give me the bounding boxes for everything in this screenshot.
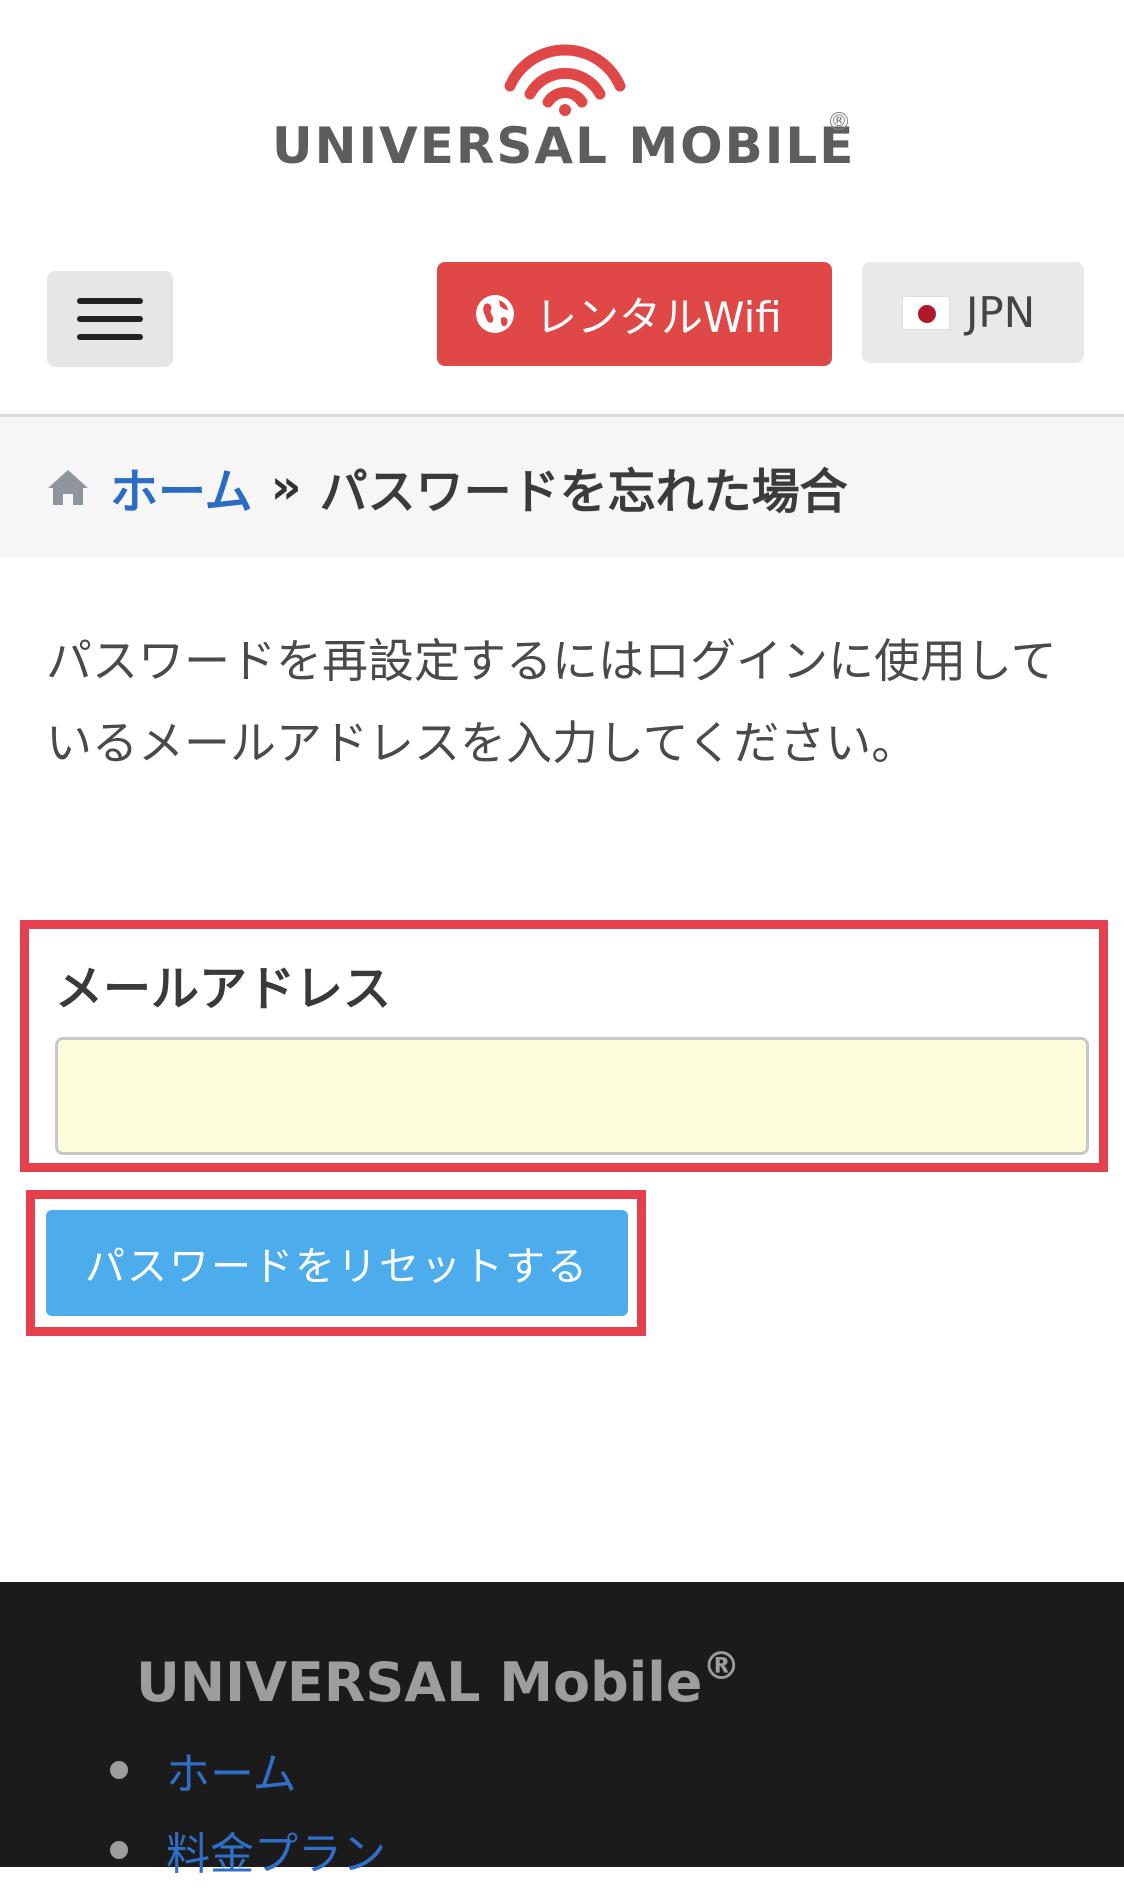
- logo-wordmark[interactable]: UNIVERSAL MOBILE: [272, 114, 862, 178]
- breadcrumb-home-link[interactable]: ホーム: [110, 452, 253, 522]
- hamburger-icon-bar: [77, 316, 143, 322]
- email-field[interactable]: [55, 1037, 1089, 1155]
- list-item: ホーム: [110, 1730, 386, 1810]
- hamburger-icon: [77, 298, 143, 304]
- email-field-group: メールアドレス: [20, 920, 1108, 1172]
- home-icon: [48, 470, 88, 505]
- breadcrumb-current: パスワードを忘れた場合: [319, 464, 848, 520]
- footer-title-text: UNIVERSAL Mobile: [136, 1651, 703, 1714]
- wifi-logo-icon: [504, 44, 626, 116]
- menu-button[interactable]: [47, 271, 173, 367]
- site-header: UNIVERSAL MOBILE ®: [0, 0, 1124, 230]
- rental-wifi-button[interactable]: レンタルWifi: [437, 262, 832, 366]
- footer-title-mark: ®: [702, 1644, 741, 1688]
- bullet-icon: [110, 1841, 128, 1859]
- language-label: JPN: [966, 288, 1036, 337]
- bullet-icon: [110, 1761, 128, 1779]
- registered-mark: ®: [830, 111, 848, 130]
- footer-links: ホーム 料金プラン: [110, 1730, 386, 1890]
- language-selector[interactable]: JPN: [862, 262, 1084, 363]
- rental-wifi-label: レンタルWifi: [535, 292, 782, 342]
- email-label: メールアドレス: [55, 961, 392, 1017]
- footer-link-pricing[interactable]: 料金プラン: [166, 1818, 386, 1882]
- footer-title: UNIVERSAL Mobile®: [136, 1644, 740, 1714]
- japan-flag-icon: [902, 295, 950, 330]
- footer-link-home[interactable]: ホーム: [166, 1738, 297, 1802]
- globe-icon: [476, 295, 514, 333]
- breadcrumb-separator: »: [270, 459, 302, 515]
- instructions-text: パスワードを再設定するにはログインに使用しているメールアドレスを入力してください…: [46, 634, 1057, 770]
- site-footer: UNIVERSAL Mobile® ホーム 料金プラン: [0, 1582, 1124, 1880]
- reset-password-button[interactable]: パスワードをリセットする: [46, 1210, 628, 1316]
- hamburger-icon-bar: [77, 334, 143, 340]
- breadcrumb: ホーム » パスワードを忘れた場合: [0, 417, 1124, 557]
- list-item: 料金プラン: [110, 1810, 386, 1890]
- submit-highlight: パスワードをリセットする: [26, 1190, 646, 1336]
